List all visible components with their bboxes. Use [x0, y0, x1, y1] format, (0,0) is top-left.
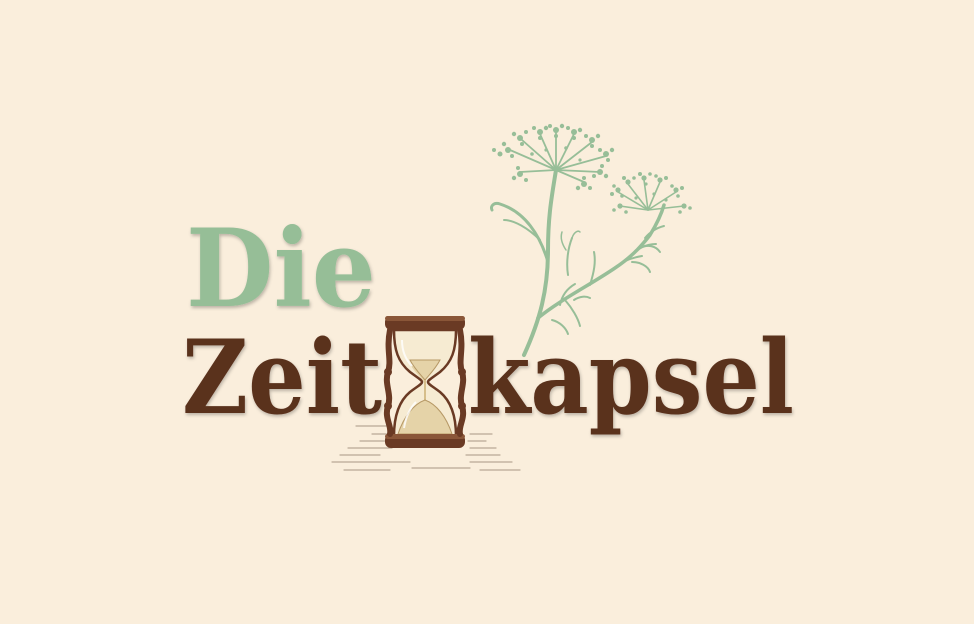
logo-word-zeit: Zeit — [182, 318, 382, 438]
hourglass-icon — [383, 316, 467, 448]
logo-word-die: Die — [186, 206, 376, 332]
logo-word-kapsel: kapsel — [468, 318, 794, 438]
logo: Die Zeit kapsel — [182, 123, 794, 471]
